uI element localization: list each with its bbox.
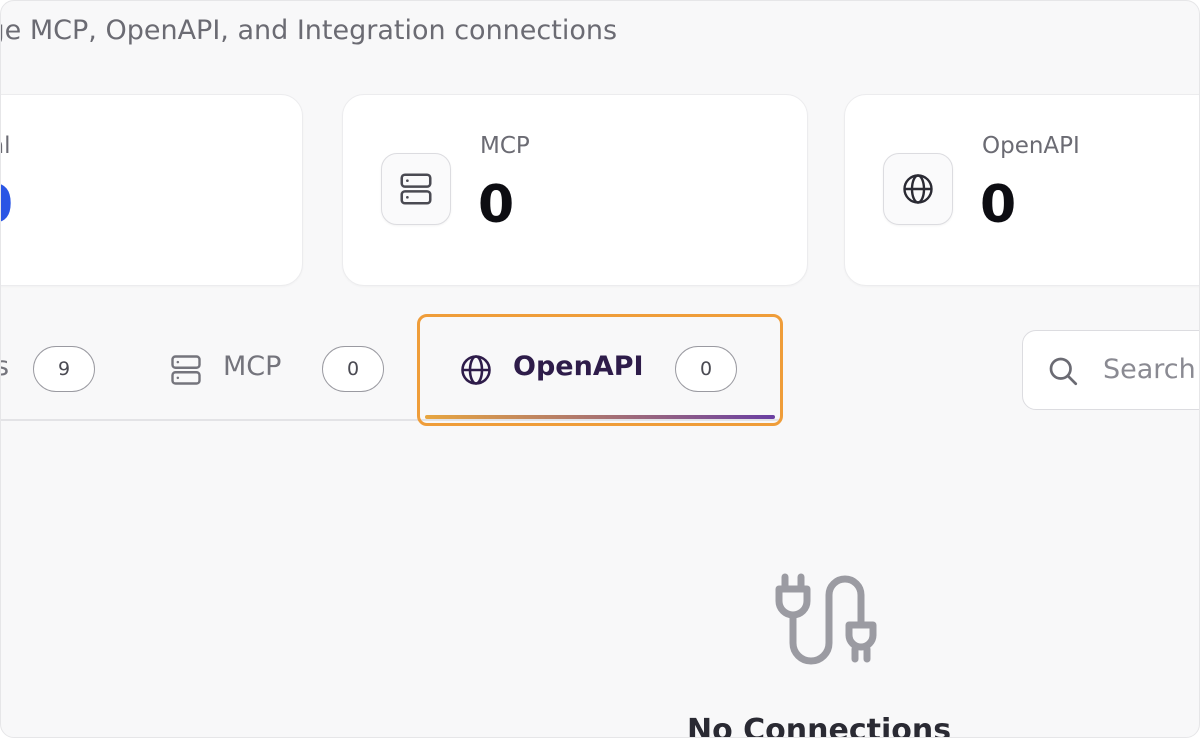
stat-label-mcp: MCP <box>480 133 530 159</box>
stat-label-total: otal <box>1 133 11 159</box>
app-window: age MCP, OpenAPI, and Integration connec… <box>0 0 1200 738</box>
page-subtitle: age MCP, OpenAPI, and Integration connec… <box>0 15 618 46</box>
stat-value-openapi: 0 <box>980 175 1017 235</box>
search-box[interactable] <box>1022 330 1199 410</box>
stat-card-openapi: OpenAPI 0 <box>844 94 1199 286</box>
tab-mcp[interactable]: MCP <box>223 351 281 382</box>
stat-card-total: otal 0 <box>1 94 303 286</box>
stat-label-openapi: OpenAPI <box>982 133 1080 159</box>
globe-icon <box>883 153 953 225</box>
tab-all-count: 9 <box>33 346 95 392</box>
server-icon <box>381 153 451 225</box>
tab-mcp-count: 0 <box>322 346 384 392</box>
stat-value-mcp: 0 <box>478 175 515 235</box>
tab-all[interactable]: s <box>1 351 9 382</box>
stat-value-total: 0 <box>1 175 13 235</box>
highlight-annotation <box>417 314 783 426</box>
plug-icon <box>771 571 881 671</box>
empty-state-title: No Connections <box>687 713 952 738</box>
stat-card-mcp: MCP 0 <box>342 94 808 286</box>
server-icon <box>167 351 205 389</box>
search-icon <box>1045 353 1081 389</box>
search-input[interactable] <box>1103 349 1199 389</box>
